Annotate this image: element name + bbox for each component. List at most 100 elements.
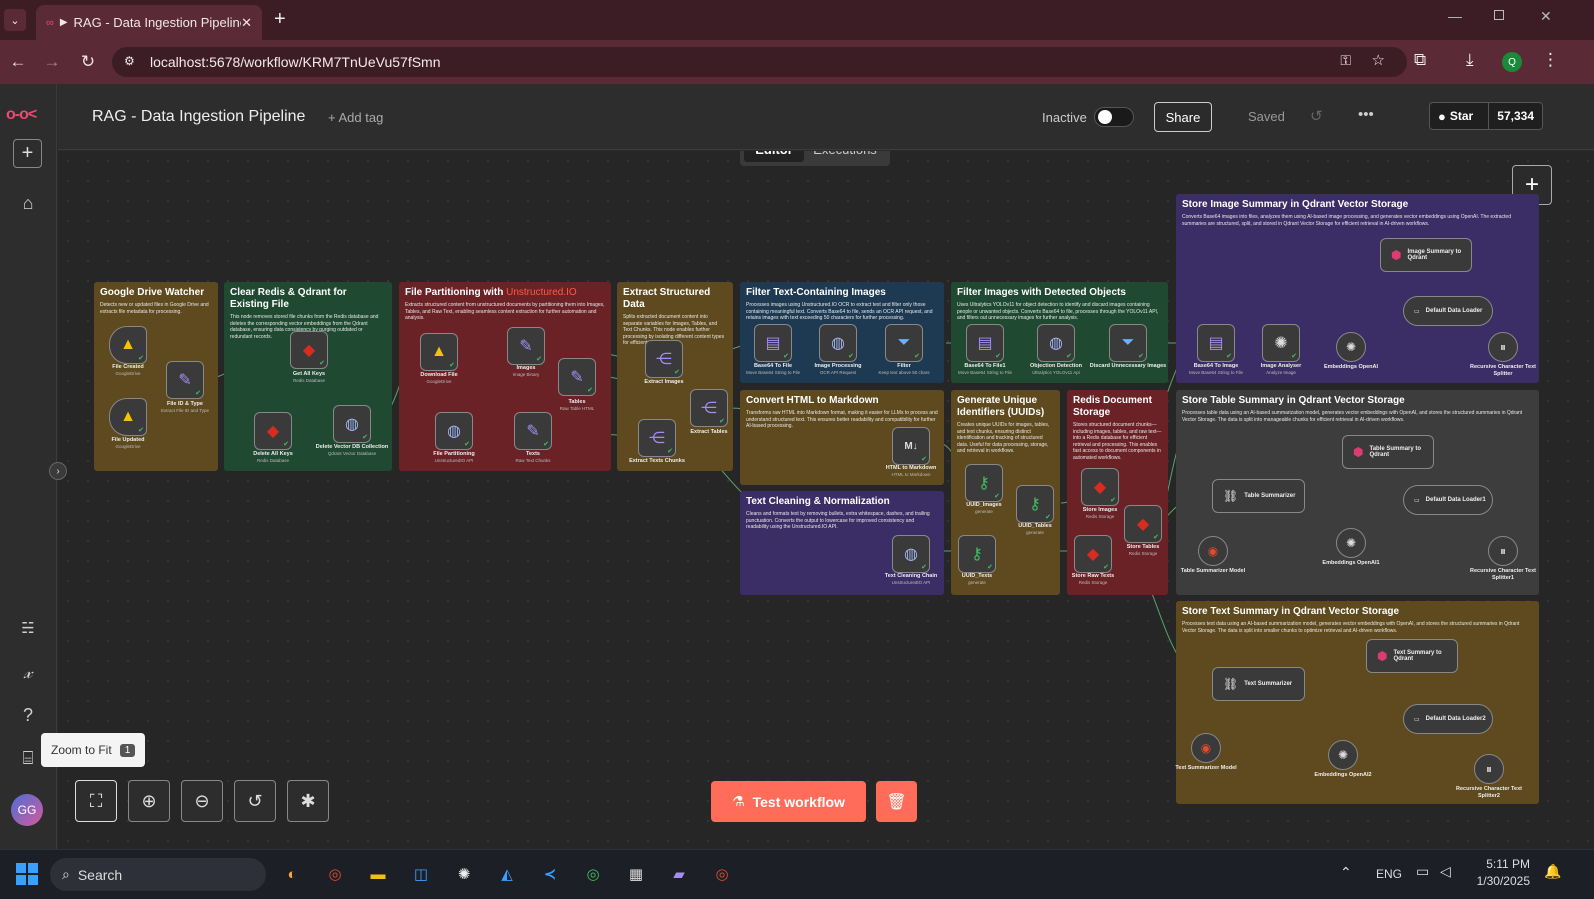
password-key-icon[interactable]: ⚿ (1340, 52, 1351, 69)
debug-button[interactable]: ✱ (287, 780, 329, 822)
node-delete-vector-db[interactable]: ◍ ✔ (333, 405, 371, 443)
node-table-summary-qdrant[interactable]: ⬢ Table Summary to Qdrant (1342, 435, 1434, 469)
more-options-icon[interactable]: ••• (1358, 106, 1374, 123)
help-icon[interactable]: ? (14, 701, 42, 729)
browser-tab[interactable]: ∞ ▶ RAG - Data Ingestion Pipeline ✕ (36, 5, 262, 40)
reload-icon[interactable]: ↻ (78, 52, 98, 72)
node-text-splitter1[interactable]: ⏸ (1488, 536, 1518, 566)
home-icon[interactable]: ⌂ (14, 189, 42, 217)
chrome-icon[interactable]: ◎ (321, 860, 349, 888)
vscode-icon[interactable]: ≺ (536, 860, 564, 888)
history-icon[interactable]: ↺ (1310, 107, 1323, 125)
node-get-all-keys[interactable]: ◆ ✔ (290, 331, 328, 369)
new-tab-icon[interactable]: + (274, 8, 286, 31)
node-extract-images[interactable]: ⋲ ✔ (645, 340, 683, 378)
node-extract-tables[interactable]: ⋲ ✔ (690, 389, 728, 427)
whats-new-icon[interactable]: ⌸ (14, 744, 42, 772)
store-icon[interactable]: ▦ (622, 860, 650, 888)
zoom-out-button[interactable]: ⊖ (181, 780, 223, 822)
node-text-splitter2[interactable]: ⏸ (1474, 754, 1504, 784)
node-tables[interactable]: ✎ ✔ (558, 358, 596, 396)
node-table-summarizer-model[interactable]: ◉ (1198, 536, 1228, 566)
node-image-analyser[interactable]: ✺ ✔ (1262, 324, 1300, 362)
node-text-summary-qdrant[interactable]: ⬢ Text Summary to Qdrant (1366, 639, 1458, 673)
create-button[interactable]: + (13, 139, 42, 168)
n8n-logo[interactable]: o-o< (6, 106, 37, 124)
back-icon[interactable]: ← (8, 52, 28, 72)
extensions-icon[interactable]: ⧉ (1414, 50, 1426, 70)
node-embeddings-openai2[interactable]: ✺ (1328, 740, 1358, 770)
tray-chevron-icon[interactable]: ⌃ (1340, 864, 1352, 881)
chatgpt-icon[interactable]: ✺ (450, 860, 478, 888)
start-icon[interactable] (16, 863, 38, 885)
node-discard[interactable]: ⏷ ✔ (1109, 324, 1147, 362)
node-text-splitter[interactable]: ⏸ (1488, 332, 1518, 362)
clear-execution-button[interactable]: 🗑 (876, 781, 917, 822)
site-info-icon[interactable]: ⚙ (124, 54, 135, 68)
node-text-summarizer[interactable]: ⛓ Text Summarizer (1212, 667, 1305, 701)
forward-icon[interactable]: → (42, 52, 62, 72)
close-window-icon[interactable]: ✕ (1540, 8, 1552, 25)
chrome-profile-icon[interactable]: ◎ (579, 860, 607, 888)
node-image-summary-qdrant[interactable]: ⬢ Image Summary to Qdrant (1380, 238, 1472, 272)
node-delete-all-keys[interactable]: ◆ ✔ (254, 412, 292, 450)
file-explorer-icon[interactable]: ▬ (364, 860, 392, 888)
reset-zoom-button[interactable]: ↺ (234, 780, 276, 822)
node-image-processing[interactable]: ◍ ✔ (819, 324, 857, 362)
bookmark-star-icon[interactable]: ☆ (1372, 51, 1385, 69)
add-tag-link[interactable]: + Add tag (328, 110, 383, 125)
node-file-partitioning[interactable]: ◍ ✔ (435, 412, 473, 450)
node-texts[interactable]: ✎ ✔ (514, 412, 552, 450)
browser-menu-icon[interactable]: ⋮ (1542, 50, 1559, 70)
language-indicator[interactable]: ENG (1376, 867, 1402, 881)
clock[interactable]: 5:11 PM 1/30/2025 (1466, 856, 1530, 890)
chrome-active-icon[interactable]: ◎ (708, 860, 736, 888)
node-object-detection[interactable]: ◍ ✔ (1037, 324, 1075, 362)
node-default-data-loader1[interactable]: ▭ Default Data Loader1 (1403, 485, 1493, 515)
tab-list-icon[interactable]: ⌄ (4, 9, 26, 31)
node-store-raw-texts[interactable]: ◆ ✔ (1074, 535, 1112, 573)
network-icon[interactable]: ▭ (1416, 863, 1429, 880)
node-default-data-loader2[interactable]: ▭ Default Data Loader2 (1403, 704, 1493, 734)
close-tab-icon[interactable]: ✕ (241, 15, 252, 31)
active-toggle[interactable] (1094, 107, 1134, 127)
minimize-icon[interactable]: — (1448, 8, 1462, 24)
volume-icon[interactable]: ◁ (1440, 863, 1451, 880)
node-embeddings-openai1[interactable]: ✺ (1336, 528, 1366, 558)
taskbar-search[interactable]: ⌕ Search (50, 858, 266, 891)
restore-icon[interactable] (1494, 10, 1504, 20)
copilot-icon[interactable]: ◐ (278, 860, 306, 888)
node-uuid-images[interactable]: ⚷ ✔ (965, 464, 1003, 502)
node-base64-to-image[interactable]: ▤ ✔ (1197, 324, 1235, 362)
notifications-icon[interactable]: 🔔 (1544, 863, 1561, 880)
tab-executions[interactable]: Executions (804, 151, 886, 162)
node-filter[interactable]: ⏷ ✔ (885, 324, 923, 362)
media-icon[interactable]: ▰ (665, 860, 693, 888)
profile-avatar[interactable]: Q (1502, 52, 1522, 72)
test-workflow-button[interactable]: ⚗ Test workflow (711, 781, 866, 822)
expand-sidebar-icon[interactable]: › (49, 462, 67, 480)
workflow-canvas[interactable]: Editor Executions + (58, 151, 1594, 849)
address-field[interactable]: ⚙ localhost:5678/workflow/KRM7TnUeVu57fS… (112, 47, 1407, 77)
outlook-icon[interactable]: ◫ (407, 860, 435, 888)
downloads-icon[interactable]: ⤓ (1466, 50, 1474, 70)
variables-icon[interactable]: 𝓍 (14, 658, 42, 686)
user-avatar[interactable]: GG (11, 794, 43, 826)
node-file-created[interactable]: ▲ ✔ (109, 326, 147, 364)
node-table-summarizer[interactable]: ⛓ Table Summarizer (1212, 479, 1305, 513)
node-store-images[interactable]: ◆ ✔ (1081, 468, 1119, 506)
node-uuid-texts[interactable]: ⚷ ✔ (958, 535, 996, 573)
node-download-file[interactable]: ▲ ✔ (420, 333, 458, 371)
node-store-tables[interactable]: ◆ ✔ (1124, 505, 1162, 543)
node-text-summarizer-model[interactable]: ◉ (1191, 733, 1221, 763)
node-default-data-loader[interactable]: ▭ Default Data Loader (1403, 296, 1493, 326)
zoom-to-fit-button[interactable]: ⛶ (75, 780, 117, 822)
node-embeddings-openai[interactable]: ✺ (1336, 332, 1366, 362)
zoom-in-button[interactable]: ⊕ (128, 780, 170, 822)
workflow-name[interactable]: RAG - Data Ingestion Pipeline (92, 108, 305, 126)
node-extract-texts[interactable]: ⋲ ✔ (638, 419, 676, 457)
node-file-updated[interactable]: ▲ ✔ (109, 398, 147, 436)
node-base64-to-file[interactable]: ▤ ✔ (754, 324, 792, 362)
node-file-id-type[interactable]: ✎ ✔ (166, 361, 204, 399)
node-uuid-tables[interactable]: ⚷ ✔ (1016, 485, 1054, 523)
